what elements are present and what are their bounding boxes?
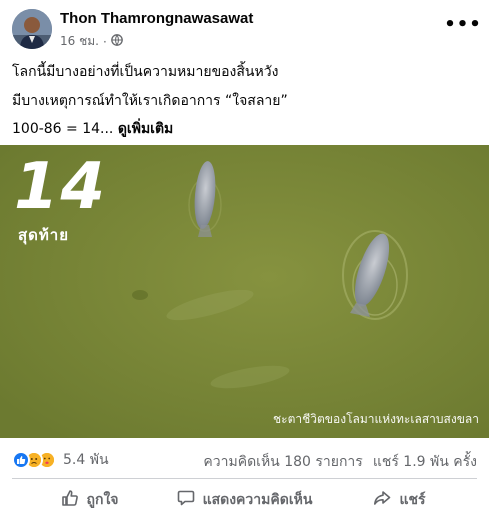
shares-count[interactable]: แชร์ 1.9 พัน ครั้ง (373, 451, 477, 473)
photo-caption: ชะตาชีวิตของโลมาแห่งทะเลสาบสงขลา (273, 412, 479, 426)
meta-separator: · (102, 34, 107, 49)
like-label: ถูกใจ (86, 492, 119, 508)
post-meta: 16 ชม. · (60, 32, 123, 51)
comments-count[interactable]: ความคิดเห็น 180 รายการ (203, 451, 362, 473)
share-label: แชร์ (399, 492, 426, 508)
divider (12, 478, 477, 479)
thumbs-up-icon (61, 489, 79, 511)
like-icon (12, 451, 30, 469)
globe-icon (110, 34, 123, 49)
post-text-line-3: 100-86 = 14... ดูเพิ่มเติม (12, 118, 173, 140)
more-dots-icon: ••• (444, 13, 482, 35)
post-time[interactable]: 16 ชม. (60, 32, 99, 51)
post-text-line-1: โลกนี้มีบางอย่างที่เป็นความหมายของสิ้นหว… (12, 64, 279, 80)
comment-label: แสดงความคิดเห็น (202, 492, 313, 508)
avatar-image (12, 9, 52, 49)
more-options-button[interactable]: ••• (444, 12, 481, 36)
author-name[interactable]: Thon Thamrongnawasawat (60, 10, 253, 27)
like-button[interactable]: ถูกใจ (12, 482, 167, 518)
see-more-link[interactable]: ดูเพิ่มเติม (118, 121, 173, 137)
comment-button[interactable]: แสดงความคิดเห็น (167, 482, 322, 518)
reactions-summary[interactable]: 5.4 พัน (12, 449, 109, 471)
author-avatar[interactable] (12, 9, 52, 49)
reaction-count: 5.4 พัน (63, 452, 109, 468)
post-actions: ถูกใจ แสดงความคิดเห็น แชร์ (12, 482, 477, 518)
number-overlay: 14 (14, 150, 108, 224)
last-label-overlay: สุดท้าย (18, 226, 69, 244)
comment-bubble-icon (177, 489, 195, 511)
share-button[interactable]: แชร์ (322, 482, 477, 518)
engagement-counts: ความคิดเห็น 180 รายการ แชร์ 1.9 พัน ครั้… (203, 451, 477, 473)
post-stats: 5.4 พัน ความคิดเห็น 180 รายการ แชร์ 1.9 … (0, 443, 489, 477)
post-header: Thon Thamrongnawasawat 16 ชม. · ••• (0, 0, 489, 56)
post-text-line-3-content: 100-86 = 14... (12, 121, 114, 137)
facebook-post: Thon Thamrongnawasawat 16 ชม. · ••• โลกน… (0, 0, 489, 522)
share-arrow-icon (373, 489, 391, 511)
post-text-line-2: มีบางเหตุการณ์ทำให้เราเกิดอาการ “ใจสลาย” (12, 93, 288, 109)
